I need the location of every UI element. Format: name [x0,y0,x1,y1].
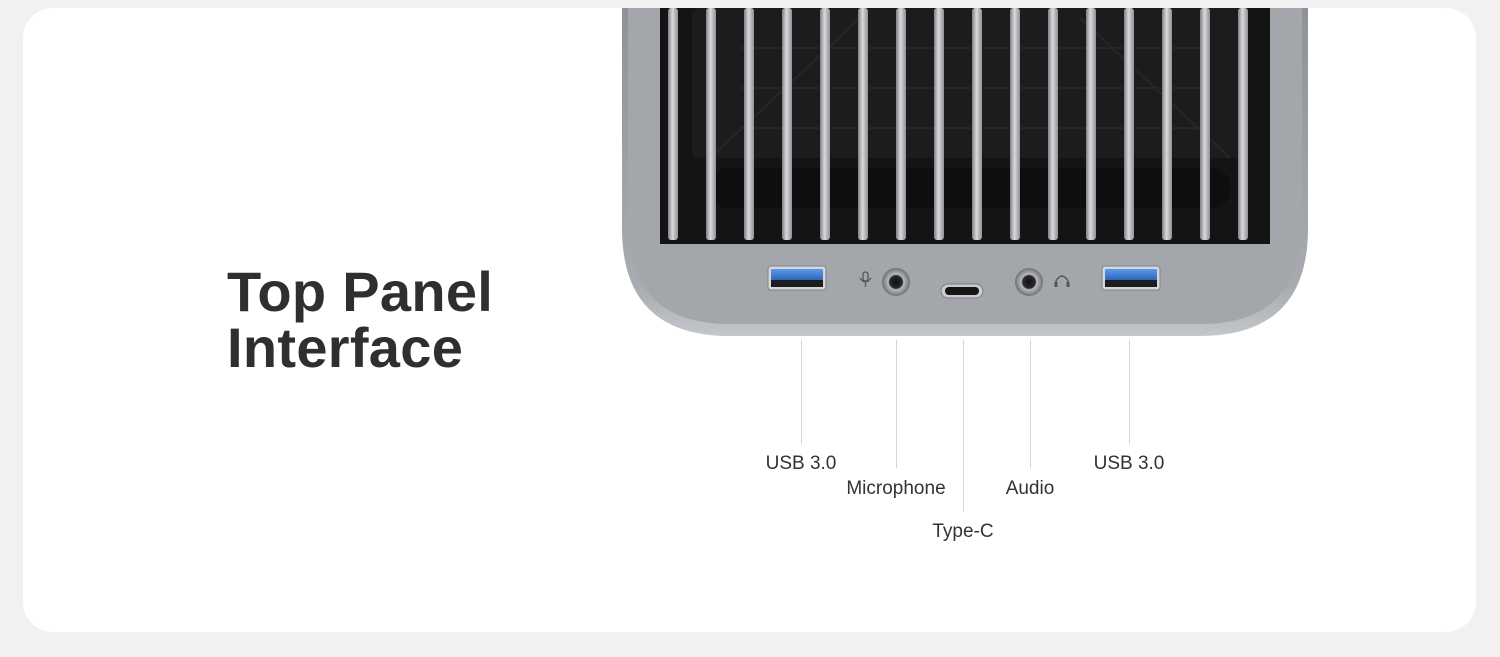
usb-a-port-left [767,265,827,291]
leader-line-type-c [963,340,964,512]
usb-c-port [940,283,984,299]
leader-line-usb-right [1129,340,1130,444]
title-line-2: Interface [227,316,464,379]
leader-line-audio [1030,340,1031,468]
device-top-panel-illustration [622,8,1308,336]
microphone-jack [882,268,910,296]
page-title: Top Panel Interface [227,264,493,376]
leader-line-microphone [896,340,897,468]
product-card: Top Panel Interface USB 3.0 Microphone T… [23,8,1476,632]
port-label-usb-right: USB 3.0 [1093,453,1165,474]
port-label-audio: Audio [1005,478,1055,499]
headphone-jack [1015,268,1043,296]
title-line-1: Top Panel [227,260,494,323]
fan-housing [692,8,1242,158]
port-label-usb-left: USB 3.0 [765,453,837,474]
port-label-microphone: Microphone [846,478,946,499]
leader-line-usb-left [801,340,802,444]
usb-a-port-right [1101,265,1161,291]
port-label-type-c: Type-C [932,521,994,542]
